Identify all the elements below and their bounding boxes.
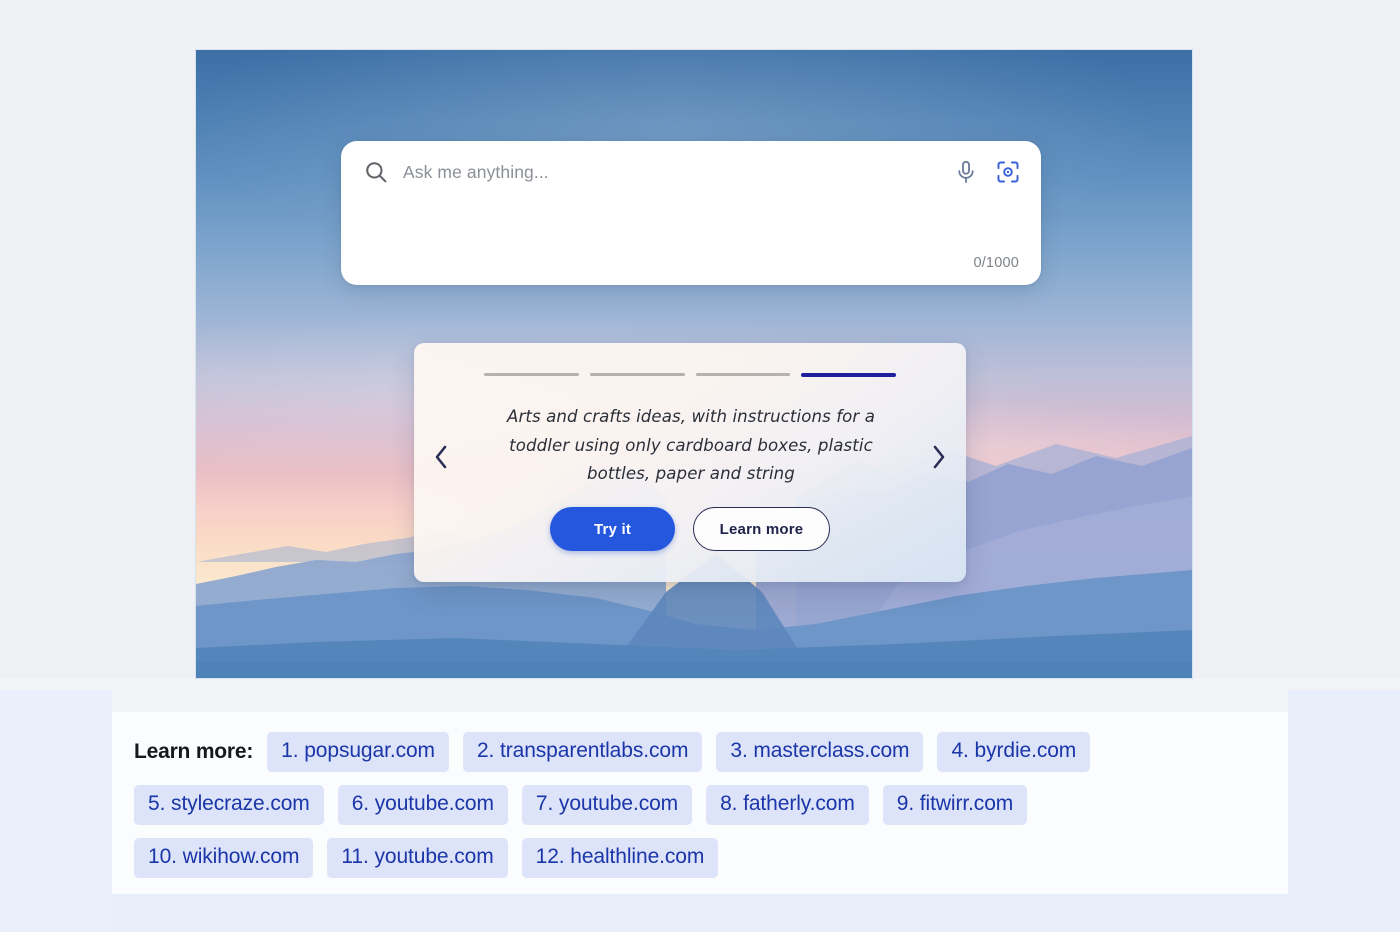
source-chip[interactable]: 3. masterclass.com	[716, 732, 924, 772]
carousel-progress-bars	[484, 373, 896, 377]
carousel-progress-bar-4[interactable]	[801, 373, 896, 377]
sources-row-3: 10. wikihow.com 11. youtube.com 12. heal…	[134, 838, 1270, 878]
carousel-slide-text: Arts and crafts ideas, with instructions…	[507, 407, 875, 483]
carousel-next-arrow-icon[interactable]	[926, 442, 952, 472]
search-input[interactable]	[403, 161, 953, 183]
source-chip[interactable]: 9. fitwirr.com	[882, 785, 1028, 825]
sources-label: Learn more:	[134, 740, 254, 763]
source-chip[interactable]: 11. youtube.com	[327, 838, 508, 878]
search-icon	[363, 159, 389, 185]
microphone-icon[interactable]	[953, 159, 979, 185]
character-counter: 0/1000	[973, 255, 1019, 271]
sources-panel: Learn more: 1. popsugar.com 2. transpare…	[112, 712, 1288, 894]
source-chip[interactable]: 12. healthline.com	[521, 838, 719, 878]
learn-more-button[interactable]: Learn more	[693, 507, 830, 551]
sources-row-2: 5. stylecraze.com 6. youtube.com 7. yout…	[134, 785, 1270, 825]
hero-image: 0/1000 Arts and crafts ideas, with instr…	[196, 50, 1192, 678]
search-input-row	[341, 141, 1041, 203]
carousel-progress-bar-1[interactable]	[484, 373, 579, 376]
source-chip[interactable]: 5. stylecraze.com	[134, 785, 324, 825]
source-chip[interactable]: 1. popsugar.com	[267, 732, 449, 772]
page-background-bottom	[112, 894, 1288, 932]
source-chip[interactable]: 10. wikihow.com	[134, 838, 314, 878]
source-chip[interactable]: 2. transparentlabs.com	[462, 732, 703, 772]
page-background-right	[1288, 690, 1400, 932]
carousel-progress-bar-2[interactable]	[589, 373, 685, 376]
source-chip[interactable]: 6. youtube.com	[337, 785, 508, 825]
suggestion-carousel-card: Arts and crafts ideas, with instructions…	[414, 343, 966, 582]
source-chip[interactable]: 8. fatherly.com	[706, 785, 869, 825]
page-background-band	[0, 678, 1400, 712]
carousel-prev-arrow-icon[interactable]	[428, 442, 454, 472]
camera-lens-icon[interactable]	[995, 159, 1021, 185]
source-chip[interactable]: 4. byrdie.com	[937, 732, 1091, 772]
carousel-progress-bar-3[interactable]	[695, 373, 791, 376]
sources-row-1: Learn more: 1. popsugar.com 2. transpare…	[134, 732, 1270, 772]
search-box[interactable]: 0/1000	[341, 141, 1041, 285]
source-chip[interactable]: 7. youtube.com	[521, 785, 693, 825]
try-it-button[interactable]: Try it	[550, 507, 675, 551]
carousel-action-buttons: Try it Learn more	[414, 507, 966, 551]
page-background-left	[0, 690, 112, 932]
search-tools	[953, 159, 1021, 185]
